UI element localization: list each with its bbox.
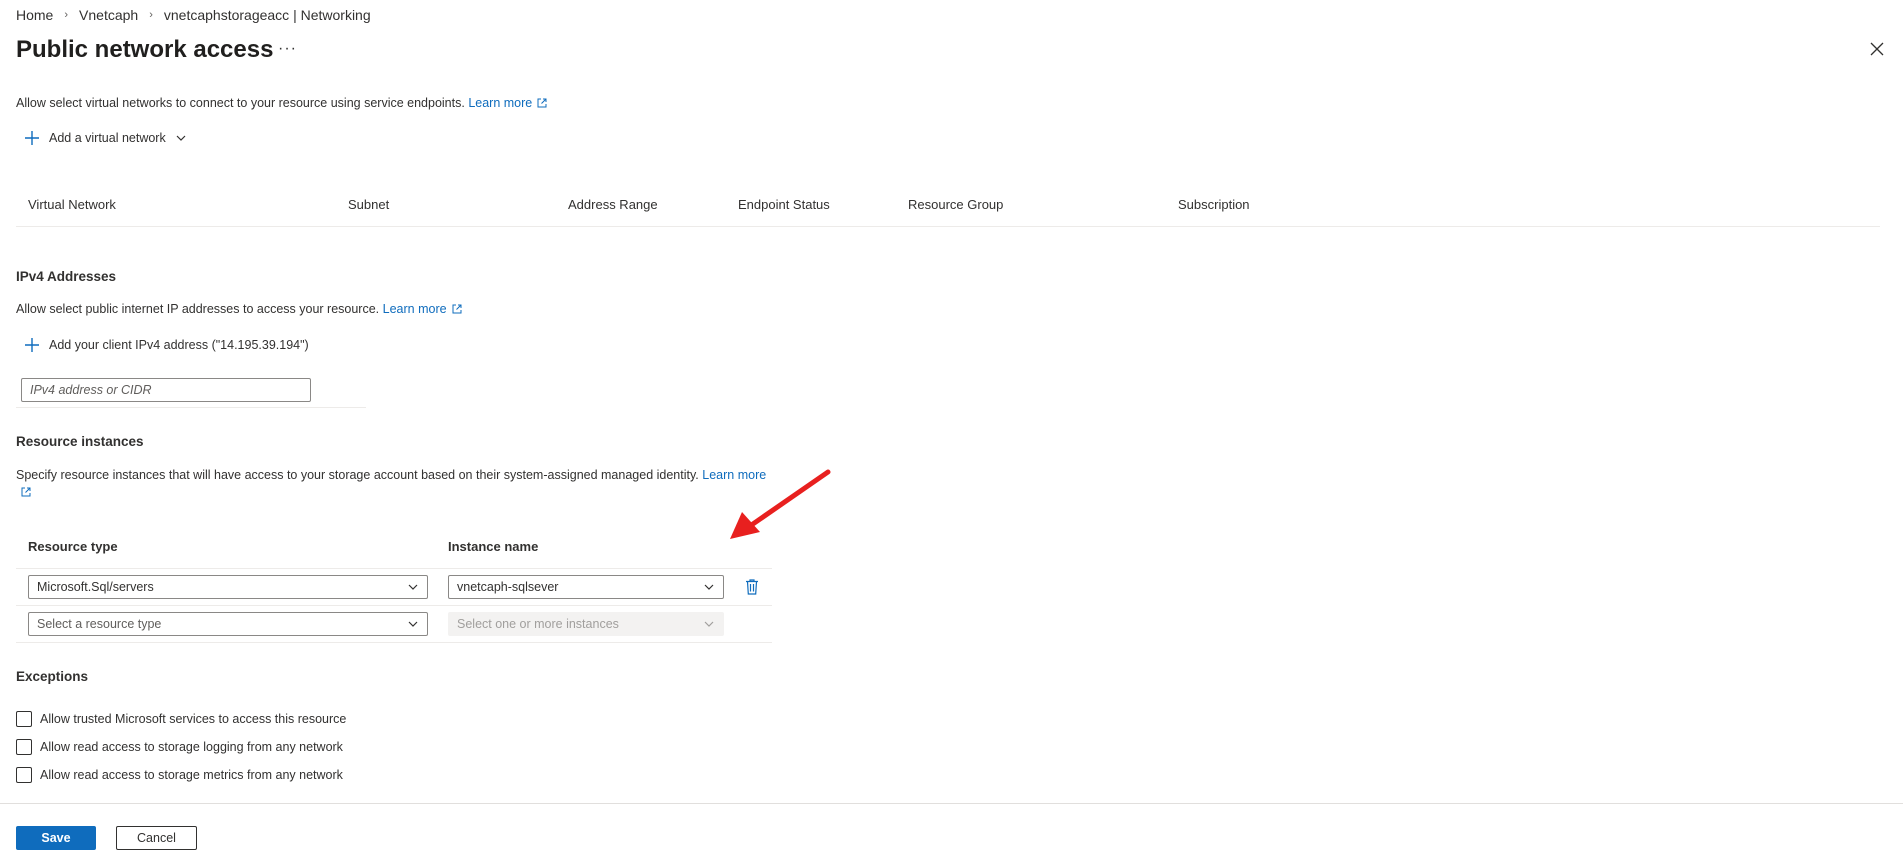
add-virtual-network-button[interactable]: Add a virtual network: [24, 130, 196, 146]
vnet-learn-more-link[interactable]: Learn more: [468, 96, 547, 110]
col-instance-name: Instance name: [448, 539, 539, 554]
add-client-ipv4-button[interactable]: Add your client IPv4 address ("14.195.39…: [24, 337, 309, 353]
divider: [16, 642, 772, 643]
resource-instances-title: Resource instances: [16, 434, 144, 449]
ipv4-description: Allow select public internet IP addresse…: [16, 302, 462, 316]
divider: [16, 568, 772, 569]
breadcrumb: Home › Vnetcaph › vnetcaphstorageacc | N…: [16, 7, 371, 23]
external-link-icon: [452, 304, 462, 314]
exception-trusted-services[interactable]: Allow trusted Microsoft services to acce…: [16, 711, 346, 727]
close-icon[interactable]: [1868, 40, 1886, 58]
ipv4-section-title: IPv4 Addresses: [16, 269, 117, 284]
col-subnet: Subnet: [348, 197, 390, 212]
breadcrumb-vnetcaph[interactable]: Vnetcaph: [79, 7, 138, 23]
breadcrumb-home[interactable]: Home: [16, 7, 53, 23]
checkbox[interactable]: [16, 711, 32, 727]
chevron-down-icon: [176, 135, 186, 141]
chevron-right-icon: ›: [64, 9, 69, 21]
resource-instances-description: Specify resource instances that will hav…: [16, 467, 776, 501]
plus-icon: [25, 131, 39, 145]
delete-trash-icon[interactable]: [744, 578, 760, 596]
chevron-right-icon: ›: [149, 9, 153, 21]
ipv4-address-input[interactable]: [21, 378, 311, 402]
external-link-icon: [21, 487, 31, 497]
vnet-table-header: Virtual Network Subnet Address Range End…: [16, 190, 1880, 227]
checkbox[interactable]: [16, 767, 32, 783]
exception-read-metrics[interactable]: Allow read access to storage metrics fro…: [16, 767, 343, 783]
page-title: Public network access: [16, 36, 274, 63]
plus-icon: [25, 338, 39, 352]
cancel-button[interactable]: Cancel: [116, 826, 197, 850]
col-endpoint-status: Endpoint Status: [738, 197, 830, 212]
vnet-description: Allow select virtual networks to connect…: [16, 96, 547, 110]
breadcrumb-storage-networking[interactable]: vnetcaphstorageacc | Networking: [164, 7, 371, 23]
chevron-down-icon: [704, 621, 714, 627]
external-link-icon: [537, 98, 547, 108]
resource-type-dropdown-empty[interactable]: Select a resource type: [28, 612, 428, 636]
instance-name-dropdown[interactable]: vnetcaph-sqlsever: [448, 575, 724, 599]
resource-type-dropdown[interactable]: Microsoft.Sql/servers: [28, 575, 428, 599]
annotation-arrow-icon: [730, 469, 831, 539]
exceptions-title: Exceptions: [16, 669, 89, 684]
chevron-down-icon: [408, 621, 418, 627]
checkbox[interactable]: [16, 739, 32, 755]
divider: [16, 407, 366, 408]
exception-read-logging[interactable]: Allow read access to storage logging fro…: [16, 739, 343, 755]
col-virtual-network: Virtual Network: [28, 197, 116, 212]
ipv4-learn-more-link[interactable]: Learn more: [383, 302, 462, 316]
col-resource-group: Resource Group: [908, 197, 1004, 212]
chevron-down-icon: [704, 584, 714, 590]
col-subscription: Subscription: [1178, 197, 1250, 212]
more-options-icon[interactable]: ···: [278, 40, 297, 58]
save-button[interactable]: Save: [16, 826, 96, 850]
instance-name-dropdown-disabled: Select one or more instances: [448, 612, 724, 636]
divider: [16, 605, 772, 606]
chevron-down-icon: [408, 584, 418, 590]
col-address-range: Address Range: [568, 197, 658, 212]
footer-divider: [0, 803, 1903, 804]
col-resource-type: Resource type: [28, 539, 118, 554]
